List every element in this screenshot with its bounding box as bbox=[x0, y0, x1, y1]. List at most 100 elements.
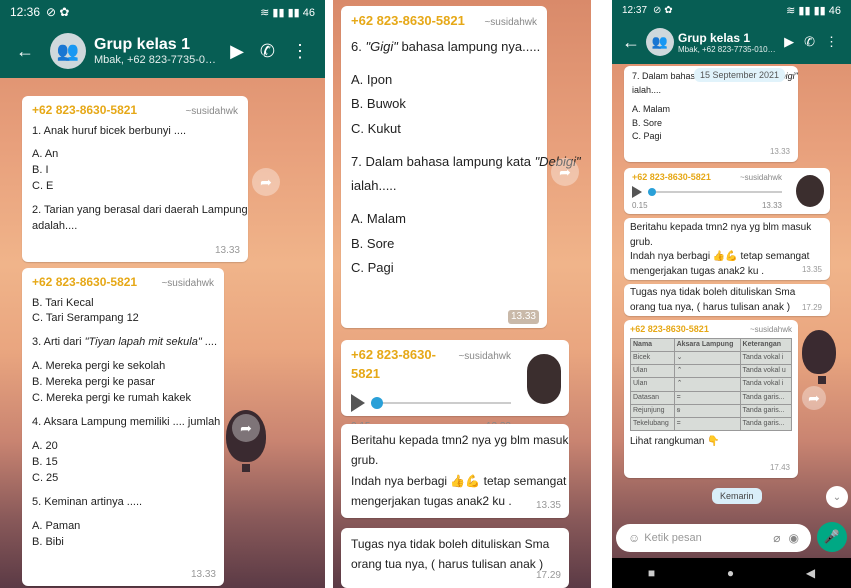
hot-air-balloon-image bbox=[802, 330, 836, 384]
message-time: 13.33 bbox=[761, 201, 782, 211]
play-icon[interactable] bbox=[632, 186, 642, 199]
back-arrow-icon[interactable]: ← bbox=[16, 41, 34, 62]
message-sender: +62 823-8630-5821 ~susidahwk bbox=[351, 346, 511, 384]
message-time: 17.29 bbox=[535, 570, 561, 581]
table-cell: Tekelubang bbox=[630, 416, 675, 432]
message-time: 17.29 bbox=[801, 303, 822, 313]
chat-title-block[interactable]: Grup kelas 1 Mbak, +62 823-7735-0107, +6… bbox=[94, 36, 222, 66]
option-line: A. Ipon bbox=[351, 71, 393, 87]
message-bubble[interactable]: Beritahu kepada tmn2 nya yg blm masuk gr… bbox=[624, 218, 830, 280]
video-call-icon[interactable]: ▶ bbox=[784, 34, 794, 50]
scroll-down-icon[interactable]: ⌄ bbox=[826, 486, 848, 508]
sender-alias: ~susidahwk bbox=[185, 106, 238, 117]
message-time: 13.33 bbox=[507, 309, 539, 324]
message-bubble[interactable]: +62 823-8630-5821 ~susidahwk B. Tari Kec… bbox=[22, 268, 224, 586]
chat-screen-2: +62 823-8630-5821 ~susidahwk 6. "Gigi" b… bbox=[333, 0, 591, 588]
message-line: B. I bbox=[32, 164, 49, 177]
voice-call-icon[interactable]: ✆ bbox=[804, 34, 815, 50]
message-bubble[interactable]: Tugas nya tidak boleh dituliskan Sma ora… bbox=[341, 528, 569, 588]
table-cell: = bbox=[673, 390, 741, 405]
message-sender: +62 823-8630-5821 ~susidahwk bbox=[32, 274, 214, 292]
play-icon[interactable] bbox=[351, 393, 365, 412]
message-line: mengerjakan tugas anak2 ku . bbox=[351, 494, 512, 509]
status-icons-left: ⊘ ✿ bbox=[46, 5, 70, 19]
message-time: 13.33 bbox=[769, 147, 790, 156]
message-time: 17.43 bbox=[769, 463, 790, 473]
forward-icon[interactable]: ➦ bbox=[551, 158, 579, 186]
chat-subtitle: Mbak, +62 823-7735-0107, +6... bbox=[94, 54, 223, 66]
status-bar: 12:37 ⊘ ✿ ≋ ▮▮ ▮▮ 46 bbox=[612, 0, 851, 20]
attach-icon[interactable]: ⌀ bbox=[773, 531, 780, 545]
message-line: 4. Aksara Lampung memiliki .... jumlah bbox=[32, 416, 221, 429]
question-italic: "Tiyan lapah mit sekula" bbox=[84, 336, 202, 349]
mic-icon[interactable]: 🎤 bbox=[817, 522, 847, 552]
message-time: 13.35 bbox=[535, 500, 561, 511]
back-arrow-icon[interactable]: ← bbox=[622, 32, 640, 53]
more-options-icon[interactable]: ⋮ bbox=[291, 41, 309, 62]
message-time: 13.33 bbox=[190, 568, 216, 580]
image-message[interactable]: +62 823-8630-5821 ~susidahwk Nama Aksara… bbox=[624, 320, 798, 478]
message-line: Indah nya berbagi 👍💪 tetap semangat bbox=[351, 473, 567, 488]
home-icon[interactable]: ● bbox=[727, 566, 734, 580]
message-line: C. E bbox=[32, 180, 54, 193]
recents-icon[interactable]: ■ bbox=[648, 566, 655, 580]
table-cell: Tanda garis... bbox=[739, 416, 793, 432]
message-line: 3. Arti dari "Tiyan lapah mit sekula" ..… bbox=[32, 335, 217, 351]
more-options-icon[interactable]: ⋮ bbox=[825, 34, 838, 50]
table-row: Datasan = Tanda garis... bbox=[630, 390, 793, 405]
table-cell: = bbox=[673, 416, 741, 432]
chat-title-block[interactable]: Grup kelas 1 Mbak, +62 823-7735-0107, +6… bbox=[678, 31, 779, 54]
audio-progress[interactable] bbox=[371, 396, 511, 409]
sender-number: +62 823-8630-5821 bbox=[630, 324, 709, 334]
table-header: Nama bbox=[630, 338, 675, 353]
emoji-icon[interactable]: ☺ bbox=[628, 531, 640, 545]
sender-avatar[interactable] bbox=[794, 173, 826, 209]
android-nav-bar: ■ ● ◀ bbox=[612, 558, 851, 588]
message-line: A. 20 bbox=[32, 440, 58, 453]
sender-alias: ~susidahwk bbox=[739, 173, 782, 182]
aksara-table-image[interactable]: Nama Aksara Lampung Keterangan Bicek ⌄ Tan… bbox=[630, 338, 793, 432]
audio-progress[interactable] bbox=[648, 188, 782, 197]
group-avatar[interactable]: 👥 bbox=[646, 28, 674, 56]
forward-icon[interactable]: ➦ bbox=[802, 386, 826, 410]
message-input[interactable]: ☺ Ketik pesan ⌀ ◉ bbox=[616, 524, 811, 552]
table-cell: Datasan bbox=[630, 390, 675, 405]
audio-scrubber[interactable] bbox=[648, 188, 656, 197]
table-cell: Tanda vokal i bbox=[739, 351, 793, 366]
message-line: Tugas nya tidak boleh dituliskan Sma bbox=[351, 537, 550, 551]
audio-scrubber[interactable] bbox=[371, 396, 383, 409]
sender-avatar[interactable] bbox=[525, 352, 563, 406]
message-line: adalah.... bbox=[32, 220, 78, 233]
status-bar: 12:36 ⊘ ✿ ≋ ▮▮ ▮▮ 46 bbox=[0, 0, 325, 24]
table-cell: ⌃ bbox=[673, 364, 741, 379]
voice-call-icon[interactable]: ✆ bbox=[260, 41, 275, 62]
message-bubble[interactable]: Beritahu kepada tmn2 nya yg blm masuk gr… bbox=[341, 424, 569, 518]
message-line: orang tua nya, ( harus tulisan anak ) bbox=[351, 557, 544, 572]
voice-message[interactable]: +62 823-8630-5821 ~susidahwk 0.15 13.33 bbox=[624, 168, 830, 214]
message-line: Lihat rangkuman 👇 bbox=[630, 436, 720, 448]
message-bubble[interactable]: +62 823-8630-5821 ~susidahwk 1. Anak hur… bbox=[22, 96, 248, 262]
voice-message[interactable]: +62 823-8630-5821 ~susidahwk 0.15 13.33 bbox=[341, 340, 569, 432]
table-cell: Bicek bbox=[630, 351, 675, 366]
audio-duration: 0.15 bbox=[632, 201, 648, 211]
message-line: C. 25 bbox=[32, 471, 59, 484]
forward-icon[interactable]: ➦ bbox=[232, 414, 260, 442]
chat-header: ← 👥 Grup kelas 1 Mbak, +62 823-7735-0107… bbox=[612, 20, 851, 64]
message-line: 6. "Gigi" bahasa lampung nya..... bbox=[351, 35, 540, 60]
forward-icon[interactable]: ➦ bbox=[252, 168, 280, 196]
message-line: A. Malam bbox=[632, 104, 671, 114]
date-chip: 15 September 2021 bbox=[694, 68, 786, 82]
message-bubble[interactable]: +62 823-8630-5821 ~susidahwk 6. "Gigi" b… bbox=[341, 6, 581, 328]
group-avatar[interactable]: 👥 bbox=[50, 33, 86, 69]
message-bubble[interactable]: Tugas nya tidak boleh dituliskan Sma ora… bbox=[624, 284, 830, 316]
message-input-placeholder[interactable]: Ketik pesan bbox=[644, 532, 769, 544]
status-icons-right: ≋ ▮▮ ▮▮ 46 bbox=[786, 4, 841, 17]
message-line: B. Tari Kecal bbox=[32, 296, 94, 309]
message-line: B. Mereka pergi ke pasar bbox=[32, 376, 155, 389]
chat-title: Grup kelas 1 bbox=[94, 36, 191, 53]
video-call-icon[interactable]: ▶ bbox=[230, 41, 244, 62]
back-nav-icon[interactable]: ◀ bbox=[806, 566, 815, 580]
camera-icon[interactable]: ◉ bbox=[789, 531, 799, 545]
table-header: Keterangan bbox=[739, 338, 793, 353]
date-chip: Kemarin bbox=[712, 488, 762, 504]
